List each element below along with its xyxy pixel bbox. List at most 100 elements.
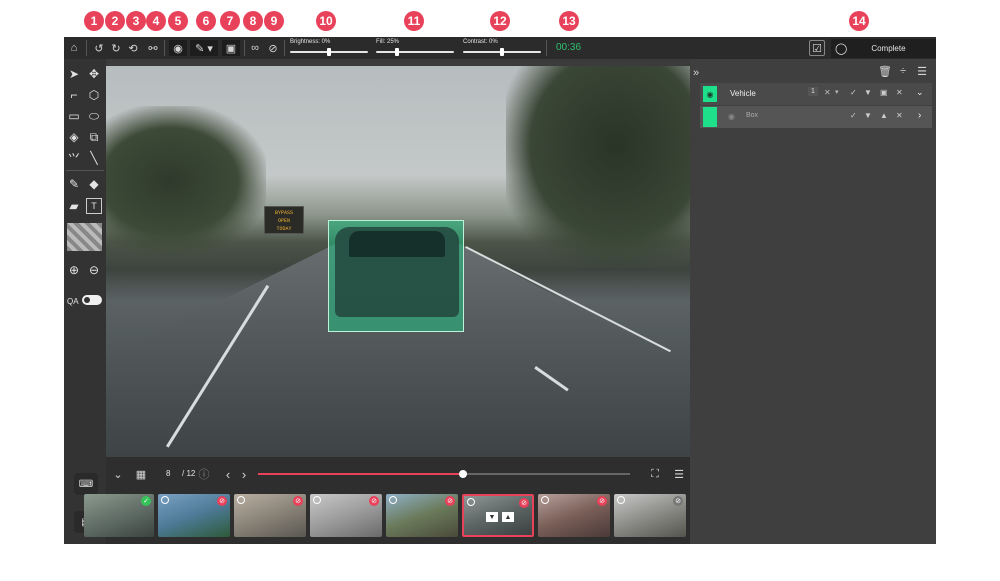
eye-icon[interactable]: ◉ (169, 40, 187, 56)
thumbs-down-icon[interactable]: ▼ (486, 512, 498, 522)
info-icon (237, 496, 245, 504)
close-icon[interactable]: ✕ (896, 88, 903, 97)
home-icon[interactable]: ⌂ (66, 40, 82, 56)
approved-icon: ✓ (141, 496, 151, 506)
polyline-icon[interactable]: ⌐ (66, 87, 82, 103)
cuboid-icon[interactable]: ⧉ (86, 129, 102, 145)
redo-icon[interactable]: ↻ (109, 40, 123, 56)
thumbnail-selected[interactable]: ⊘ ▼ ▲ (462, 494, 534, 537)
badge-11: 11 (404, 11, 424, 31)
thumbnail[interactable]: ⊘ (538, 494, 610, 537)
eye-icon[interactable]: ◉ (703, 86, 717, 102)
fit-screen-icon[interactable]: ⛶ (648, 466, 662, 482)
filter-icon[interactable]: ☰ (915, 63, 929, 79)
attachment-icon[interactable]: ⊘ (266, 40, 280, 56)
count-badge: 1 (808, 87, 818, 96)
info-icon (389, 496, 397, 504)
thumbnail[interactable]: ⊘ (158, 494, 230, 537)
keypoint-icon[interactable]: ◈ (66, 129, 82, 145)
brush-icon[interactable]: ✎ (66, 176, 82, 192)
eye-icon[interactable]: ◉ (728, 112, 735, 121)
frame-controls: ⌄ ▦ 8 / 12 ⓘ ‹ › ⛶ ☰ (106, 457, 690, 491)
chevron-right-icon[interactable]: › (918, 110, 921, 121)
info-icon (541, 496, 549, 504)
next-frame-icon[interactable]: › (238, 466, 250, 482)
badge-2: 2 (105, 11, 125, 31)
thumbnail[interactable]: ⊘ (310, 494, 382, 537)
thumbs-down-icon[interactable]: ▼ (864, 88, 872, 97)
thumbs-up-icon[interactable]: ▲ (880, 111, 888, 120)
filter-icon[interactable]: ☰ (672, 466, 686, 482)
image-canvas[interactable]: BYPASS OPEN TODAY (106, 66, 690, 457)
fill-slider[interactable]: Fill: 25% (376, 39, 454, 57)
slider-knob[interactable] (327, 48, 331, 56)
rectangle-icon[interactable]: ▭ (66, 108, 82, 124)
divider (66, 170, 104, 171)
zoom-in-icon[interactable]: ⊕ (66, 262, 82, 278)
thumbs-up-icon[interactable]: ▲ (502, 512, 514, 522)
skeleton-icon[interactable]: ⺍ (66, 150, 82, 166)
badge-9: 9 (264, 11, 284, 31)
filmstrip: ✓ ⊘ ⊘ ⊘ ⊘ ⊘ ▼ ▲ ⊘ ⊘ (84, 491, 690, 544)
object-row-box[interactable]: ◉ Box ✓ ▼ ▲ ✕ › (700, 106, 932, 128)
class-row-vehicle[interactable]: ◉ Vehicle 1 ✕ ▾ ✓ ▼ ▣ ✕ ⌄ (700, 83, 932, 105)
keyboard-shortcuts-button[interactable]: ⌨ (74, 473, 98, 495)
frame-progress-fill (258, 473, 463, 475)
thumbnail[interactable]: ⊘ (234, 494, 306, 537)
link-icon[interactable]: ∞ (248, 40, 262, 56)
contrast-slider[interactable]: Contrast: 0% (463, 39, 541, 57)
collapse-icon[interactable]: ⌄ (112, 466, 124, 482)
comment-tool-icon[interactable]: ▰ (66, 198, 82, 214)
history-icon[interactable]: ⟲ (126, 40, 140, 56)
zoom-out-icon[interactable]: ⊖ (86, 262, 102, 278)
check-circle-icon: ◯ (835, 43, 848, 55)
prev-frame-icon[interactable]: ‹ (222, 466, 234, 482)
pointer-icon[interactable]: ➤ (66, 66, 82, 82)
info-icon (617, 496, 625, 504)
text-tool-icon[interactable]: T (86, 198, 102, 214)
frame-icon[interactable]: ▦ (134, 466, 148, 482)
complete-button[interactable]: ◯ Complete (831, 39, 936, 58)
rejected-icon: ⊘ (597, 496, 607, 506)
polygon-icon[interactable]: ⬡ (86, 87, 102, 103)
brightness-slider[interactable]: Brightness: 0% (290, 39, 368, 57)
qa-label: QA (67, 297, 79, 306)
clipboard-check-icon[interactable]: ☑ (809, 40, 825, 56)
info-icon (313, 496, 321, 504)
frame-progress[interactable] (258, 470, 630, 478)
link-nodes-icon[interactable]: ⚯ (146, 40, 160, 56)
chevron-down-icon[interactable]: ▾ (835, 88, 839, 96)
ellipse-icon[interactable]: ⬭ (86, 108, 102, 124)
expand-panel-icon[interactable]: » (690, 65, 702, 81)
rejected-icon: ⊘ (369, 496, 379, 506)
contrast-label: Contrast: 0% (463, 39, 498, 45)
check-icon[interactable]: ✓ (850, 88, 857, 97)
bounding-box-vehicle[interactable] (328, 220, 464, 332)
trash-icon[interactable]: 🗑 (878, 63, 892, 79)
thumbs-down-icon[interactable]: ▼ (864, 111, 872, 120)
close-icon[interactable]: ✕ (824, 88, 831, 97)
close-icon[interactable]: ✕ (896, 111, 903, 120)
tag-icon[interactable]: ✎ ▾ (190, 40, 218, 56)
line-icon[interactable]: ╲ (86, 150, 102, 166)
slider-knob[interactable] (394, 48, 399, 56)
badge-10: 10 (316, 11, 336, 31)
object-label: Box (746, 112, 759, 119)
qa-toggle[interactable] (82, 295, 102, 305)
comment-icon[interactable]: ▣ (222, 40, 240, 56)
eraser-icon[interactable]: ◆ (86, 176, 102, 192)
thumbnail[interactable]: ⊘ (614, 494, 686, 537)
undo-icon[interactable]: ↺ (92, 40, 106, 56)
thumbnail[interactable]: ✓ (84, 494, 154, 537)
slider-knob[interactable] (500, 48, 504, 56)
split-icon[interactable]: ÷ (896, 63, 910, 79)
thumbnail[interactable]: ⊘ (386, 494, 458, 537)
check-icon[interactable]: ✓ (850, 111, 857, 120)
lock-icon[interactable]: ▣ (880, 88, 888, 97)
current-frame[interactable]: 8 (166, 469, 170, 478)
chevron-down-icon[interactable]: ⌄ (916, 87, 924, 98)
pattern-swatch[interactable] (67, 223, 102, 251)
move-icon[interactable]: ✥ (86, 66, 102, 82)
badge-12: 12 (490, 11, 510, 31)
frame-progress-knob[interactable] (458, 470, 467, 478)
